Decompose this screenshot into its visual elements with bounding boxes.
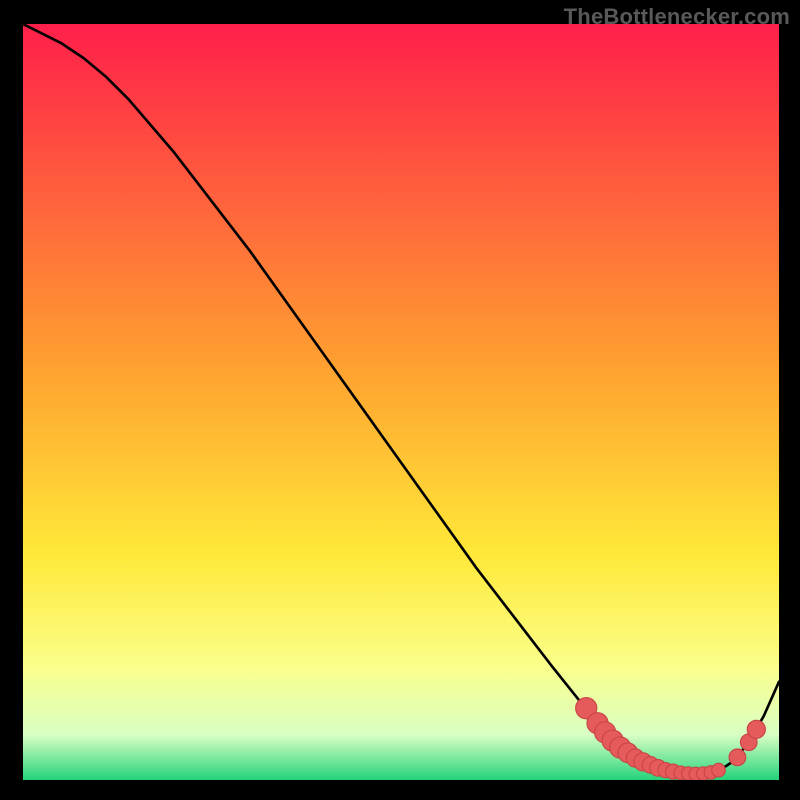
marker-point [747,720,765,738]
bottleneck-chart [23,24,779,780]
chart-frame: TheBottlenecker.com [0,0,800,800]
gradient-background [23,24,779,780]
marker-point [729,749,746,766]
watermark-text: TheBottlenecker.com [564,4,790,30]
marker-point [712,763,726,777]
